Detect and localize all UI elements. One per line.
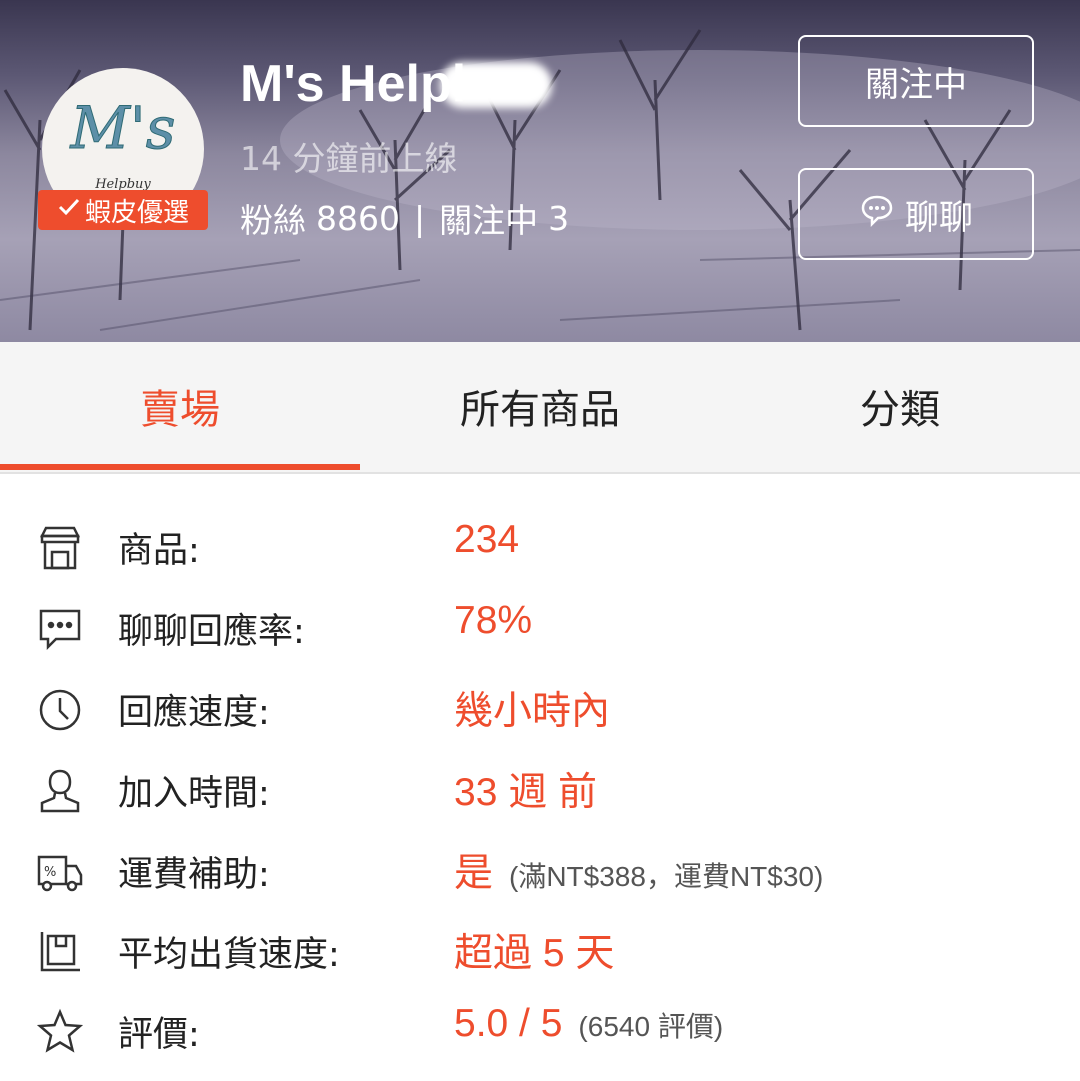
info-label: 回應速度: — [118, 693, 270, 733]
active-tab-indicator — [0, 464, 360, 470]
info-row-response-speed: 回應速度: 幾小時內 — [0, 668, 1080, 748]
badge-label: 蝦皮優選 — [84, 197, 189, 228]
store-icon — [36, 524, 84, 572]
follow-button[interactable]: 關注中 — [798, 35, 1034, 127]
info-row-rating: 評價: 5.0 / 5 (6540 評價) — [0, 990, 1080, 1070]
online-status: 14 分鐘前上線 — [240, 139, 458, 178]
tab-categories[interactable]: 分類 — [720, 342, 1080, 470]
info-row-products: 商品: 234 — [0, 506, 1080, 586]
info-value: 78% — [454, 599, 533, 642]
tab-all-products[interactable]: 所有商品 — [360, 342, 720, 470]
star-icon — [36, 1008, 84, 1056]
info-label: 聊聊回應率: — [118, 612, 305, 652]
shop-banner: M's Helpbuy 蝦皮優選 M's Helpl 14 分鐘前上線 粉絲 8… — [0, 0, 1080, 342]
chat-icon — [859, 192, 895, 237]
following-label: 關注中 — [439, 201, 539, 240]
shop-tabs: 賣場 所有商品 分類 — [0, 342, 1080, 474]
clock-icon — [36, 686, 84, 734]
tab-shop[interactable]: 賣場 — [0, 342, 360, 470]
info-value-main: 5.0 / 5 — [454, 1002, 563, 1045]
info-row-avg-shipping-speed: 平均出貨速度: 超過 5 天 — [0, 910, 1080, 990]
svg-text:%: % — [44, 865, 56, 880]
info-value-note: (滿NT$388，運費NT$30) — [509, 861, 824, 892]
chat-button-label: 聊聊 — [905, 197, 973, 238]
redacted-blur — [440, 62, 552, 108]
info-row-shipping-subsidy: % 運費補助: 是 (滿NT$388，運費NT$30) — [0, 830, 1080, 910]
shipping-truck-icon: % — [36, 848, 84, 896]
info-value-note: (6540 評價) — [578, 1011, 724, 1042]
info-row-chat-response-rate: 聊聊回應率: 78% — [0, 587, 1080, 667]
info-value: 5.0 / 5 (6540 評價) — [454, 1002, 723, 1046]
preferred-seller-badge: 蝦皮優選 — [38, 190, 208, 230]
info-value: 是 (滿NT$388，運費NT$30) — [454, 842, 823, 898]
info-label: 平均出貨速度: — [118, 935, 340, 975]
info-value: 幾小時內 — [454, 690, 611, 733]
info-value: 33 週 前 — [454, 771, 598, 814]
info-label: 評價: — [118, 1015, 200, 1055]
chat-button[interactable]: 聊聊 — [798, 168, 1034, 260]
info-value: 超過 5 天 — [454, 932, 615, 975]
check-icon — [57, 195, 81, 226]
avatar-logo-text: M's — [69, 94, 175, 162]
follow-button-label: 關注中 — [865, 64, 967, 105]
followers-label: 粉絲 — [240, 201, 306, 240]
user-icon — [36, 767, 84, 815]
shop-stats: 粉絲 8860 | 關注中 3 — [240, 194, 569, 242]
stats-divider: | — [413, 198, 426, 238]
info-value-main: 是 — [454, 852, 494, 895]
info-label: 加入時間: — [118, 774, 270, 814]
package-icon — [36, 928, 84, 976]
info-label: 商品: — [118, 531, 200, 571]
info-label: 運費補助: — [118, 855, 270, 895]
shop-name: M's Helpl — [240, 55, 467, 113]
followers-count: 8860 — [316, 198, 400, 238]
following-count: 3 — [548, 198, 570, 238]
info-row-join-time: 加入時間: 33 週 前 — [0, 749, 1080, 829]
chat-bubble-icon — [36, 605, 84, 653]
info-value: 234 — [454, 518, 520, 561]
